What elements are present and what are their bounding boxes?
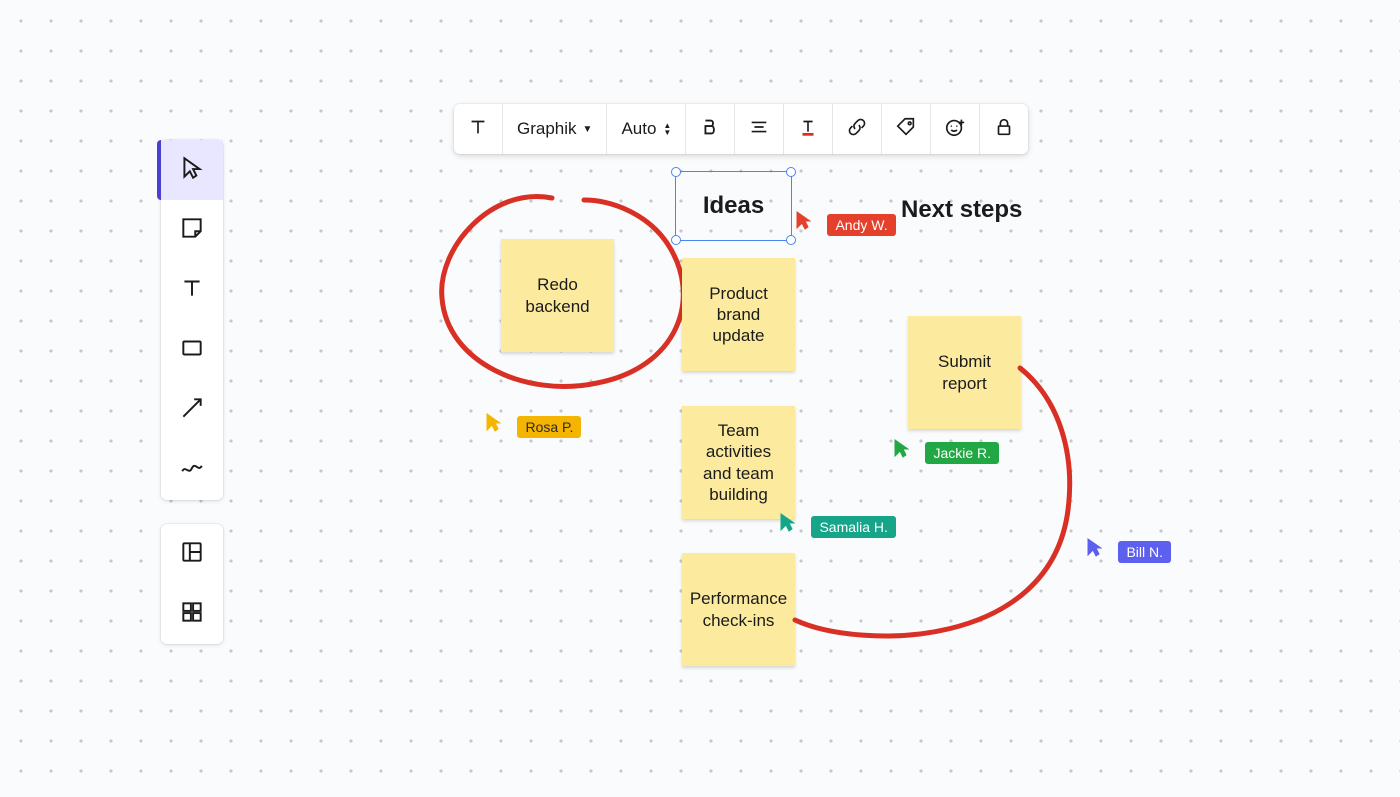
cursor-label: Jackie R. xyxy=(925,442,999,464)
cursor-icon xyxy=(795,210,811,230)
cursor-label: Rosa P. xyxy=(517,416,581,438)
type-button[interactable] xyxy=(454,104,503,154)
sticky-icon xyxy=(179,215,205,246)
arrow-icon xyxy=(179,395,205,426)
cursor-label: Andy W. xyxy=(827,214,895,236)
vertical-toolbar xyxy=(161,140,223,500)
shape-tool[interactable] xyxy=(161,320,223,380)
tag-icon xyxy=(895,116,917,143)
pointer-tool[interactable] xyxy=(161,140,223,200)
stepper-icon: ▲▼ xyxy=(663,122,671,136)
heading-text: Next steps xyxy=(901,196,1022,223)
cursor-icon xyxy=(779,512,795,532)
bold-icon xyxy=(699,116,721,143)
sticky-text: Submit report xyxy=(916,351,1013,394)
tag-button[interactable] xyxy=(882,104,931,154)
emoji-button[interactable] xyxy=(931,104,980,154)
bold-button[interactable] xyxy=(686,104,735,154)
layout-tool[interactable] xyxy=(161,524,223,584)
link-icon xyxy=(846,116,868,143)
lock-button[interactable] xyxy=(980,104,1028,154)
cursor-samalia: Samalia H. xyxy=(779,512,896,538)
cursor-icon xyxy=(485,412,501,432)
text-color-button[interactable] xyxy=(784,104,833,154)
grid-tool[interactable] xyxy=(161,584,223,644)
pointer-icon xyxy=(179,155,205,186)
sticky-text: Performance check-ins xyxy=(690,588,787,631)
font-size-label: Auto xyxy=(621,119,656,139)
resize-handle-tl[interactable] xyxy=(671,167,681,177)
align-icon xyxy=(748,116,770,143)
resize-handle-tr[interactable] xyxy=(786,167,796,177)
text-icon xyxy=(179,275,205,306)
sticky-perf[interactable]: Performance check-ins xyxy=(682,553,795,666)
sticky-team[interactable]: Team activities and team building xyxy=(682,406,795,519)
text-tool[interactable] xyxy=(161,260,223,320)
scribble-icon xyxy=(179,455,205,486)
cursor-icon xyxy=(893,438,909,458)
cursor-label: Bill N. xyxy=(1118,541,1171,563)
cursor-rosa: Rosa P. xyxy=(485,412,581,438)
chevron-down-icon: ▼ xyxy=(583,124,593,135)
sticky-text: Product brand update xyxy=(690,283,787,347)
type-icon xyxy=(467,116,489,143)
sticky-redo[interactable]: Redo backend xyxy=(501,239,614,352)
sticky-submit[interactable]: Submit report xyxy=(908,316,1021,429)
resize-handle-bl[interactable] xyxy=(671,235,681,245)
align-button[interactable] xyxy=(735,104,784,154)
sticky-tool[interactable] xyxy=(161,200,223,260)
resize-handle-br[interactable] xyxy=(786,235,796,245)
font-family-label: Graphik xyxy=(517,119,577,139)
grid-icon xyxy=(179,599,205,630)
cursor-jackie: Jackie R. xyxy=(893,438,999,464)
heading-next-steps[interactable]: Next steps xyxy=(901,196,1022,224)
text-color-icon xyxy=(797,116,819,143)
selected-text-ideas[interactable]: Ideas xyxy=(675,171,792,241)
cursor-andy: Andy W. xyxy=(795,210,896,236)
draw-tool[interactable] xyxy=(161,440,223,500)
lock-icon xyxy=(993,116,1015,143)
selected-text-content: Ideas xyxy=(703,192,764,220)
font-family-dropdown[interactable]: Graphik ▼ xyxy=(503,104,607,154)
rect-icon xyxy=(179,335,205,366)
cursor-label: Samalia H. xyxy=(811,516,895,538)
font-size-dropdown[interactable]: Auto ▲▼ xyxy=(607,104,686,154)
link-button[interactable] xyxy=(833,104,882,154)
sticky-text: Team activities and team building xyxy=(690,420,787,505)
vertical-toolbar-secondary xyxy=(161,524,223,644)
sticky-brand[interactable]: Product brand update xyxy=(682,258,795,371)
emoji-icon xyxy=(944,116,966,143)
line-tool[interactable] xyxy=(161,380,223,440)
sticky-text: Redo backend xyxy=(509,274,606,317)
layout-icon xyxy=(179,539,205,570)
context-toolbar: Graphik ▼ Auto ▲▼ xyxy=(454,104,1028,154)
cursor-bill: Bill N. xyxy=(1086,537,1171,563)
cursor-icon xyxy=(1086,537,1102,557)
